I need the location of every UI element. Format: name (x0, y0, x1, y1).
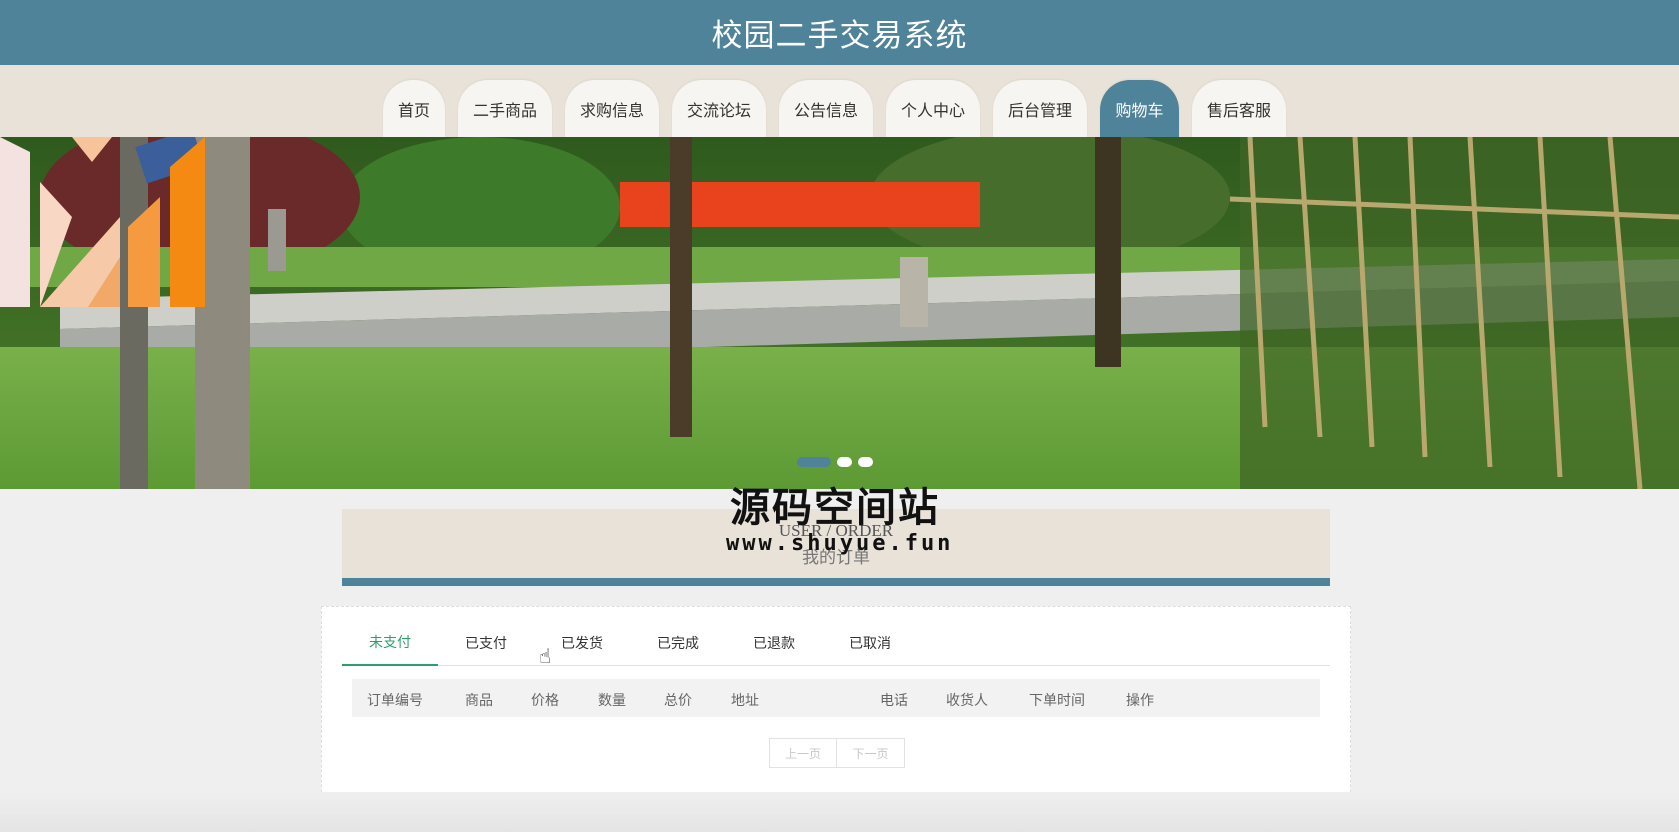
column-header: 操作 (1126, 693, 1154, 709)
main-nav: 首页 二手商品 求购信息 交流论坛 公告信息 个人中心 后台管理 购物车 售后客… (0, 65, 1679, 137)
nav-item-announcements[interactable]: 公告信息 (779, 80, 873, 137)
tab-unpaid[interactable]: 未支付 (342, 619, 438, 666)
tab-paid[interactable]: 已支付 (438, 619, 534, 666)
column-header: 数量 (598, 693, 626, 709)
tab-completed[interactable]: 已完成 (630, 619, 726, 666)
nav-item-wanted-info[interactable]: 求购信息 (565, 80, 659, 137)
column-header: 价格 (531, 693, 559, 709)
orders-table-header: 订单编号 商品 价格 数量 总价 地址 电话 收货人 下单时间 操作 (352, 679, 1320, 717)
next-page-button[interactable]: 下一页 (837, 738, 905, 768)
column-header: 商品 (465, 693, 493, 709)
banner-carousel[interactable] (0, 137, 1679, 489)
order-status-tabs: 未支付 已支付 已发货 已完成 已退款 已取消 (342, 619, 1330, 666)
prev-page-button[interactable]: 上一页 (769, 738, 837, 768)
nav-item-forum[interactable]: 交流论坛 (672, 80, 766, 137)
watermark-logo (0, 137, 205, 307)
watermark-text: 源码空间站 (730, 485, 940, 531)
hand-cursor-icon: ☝ (539, 644, 552, 668)
nav-item-cart[interactable]: 购物车 (1100, 80, 1179, 137)
banner-image (0, 137, 1679, 489)
nav-item-home[interactable]: 首页 (383, 80, 445, 137)
column-header: 地址 (731, 693, 759, 709)
watermark-url: www.shuyue.fun (726, 531, 954, 556)
carousel-indicators (797, 457, 873, 467)
nav-item-after-sales[interactable]: 售后客服 (1192, 80, 1286, 137)
carousel-dot[interactable] (797, 457, 831, 467)
carousel-dot[interactable] (837, 457, 852, 467)
column-header: 电话 (880, 693, 908, 709)
carousel-dot[interactable] (858, 457, 873, 467)
column-header: 订单编号 (367, 693, 423, 709)
page-footer-fade (0, 792, 1679, 832)
pagination: 上一页 下一页 (769, 738, 905, 768)
nav-item-second-hand-goods[interactable]: 二手商品 (458, 80, 552, 137)
column-header: 总价 (664, 693, 692, 709)
site-header: 校园二手交易系统 (0, 0, 1679, 65)
site-title: 校园二手交易系统 (711, 18, 968, 54)
column-header: 下单时间 (1029, 693, 1085, 709)
tab-cancelled[interactable]: 已取消 (822, 619, 918, 666)
tab-refunded[interactable]: 已退款 (726, 619, 822, 666)
column-header: 收货人 (946, 693, 988, 709)
nav-item-admin[interactable]: 后台管理 (993, 80, 1087, 137)
nav-item-personal-center[interactable]: 个人中心 (886, 80, 980, 137)
